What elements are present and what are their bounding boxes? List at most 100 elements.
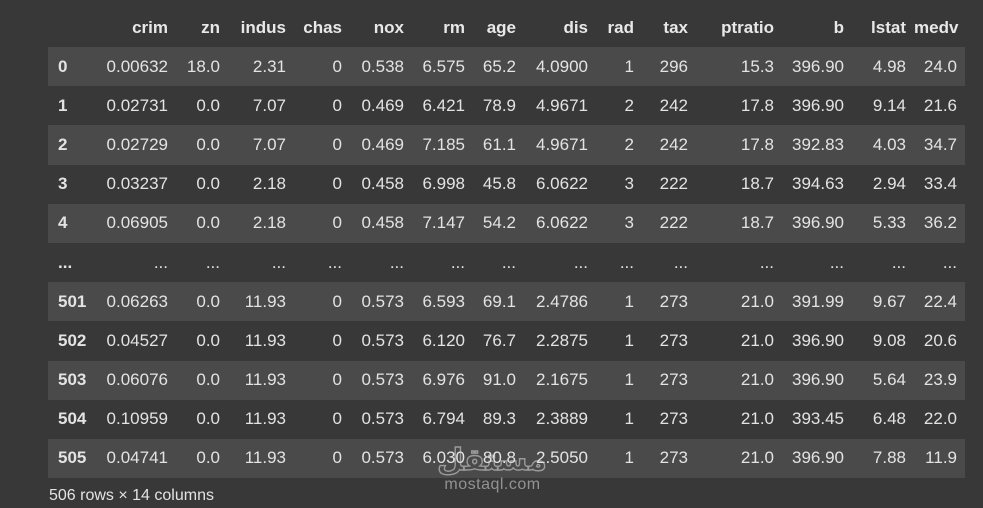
table-cell: 22.0 bbox=[923, 409, 957, 429]
table-cell: 0.0 bbox=[196, 174, 220, 194]
table-cell: 6.421 bbox=[422, 95, 465, 115]
table-cell: 2.1675 bbox=[536, 370, 588, 390]
table-cell: 0.04527 bbox=[106, 330, 168, 350]
table-cell: 6.575 bbox=[422, 56, 465, 76]
table-cell: 20.6 bbox=[923, 330, 957, 350]
table-cell: 18.7 bbox=[740, 213, 774, 233]
table-cell: 24.0 bbox=[923, 56, 957, 76]
table-cell: 273 bbox=[659, 330, 688, 350]
column-header: zn bbox=[201, 18, 220, 37]
table-cell: 6.998 bbox=[422, 174, 465, 194]
table-cell: 21.0 bbox=[740, 448, 774, 468]
table-body: 0 0.00632 18.0 2.31 0 0.538 6.575 65.2 4.0900 1 29… bbox=[48, 47, 965, 479]
table-cell: 3 bbox=[624, 213, 634, 233]
table-cell: 0.0 bbox=[196, 448, 220, 468]
table-cell: 11.93 bbox=[244, 330, 286, 350]
watermark-latin-text: mostaql.com bbox=[444, 476, 541, 493]
table-cell: 34.7 bbox=[923, 134, 957, 154]
table-cell: 0.06905 bbox=[106, 213, 168, 233]
table-cell: 78.9 bbox=[482, 95, 516, 115]
table-cell: 7.88 bbox=[872, 448, 906, 468]
table-cell: 273 bbox=[659, 409, 688, 429]
table-cell: 76.7 bbox=[482, 330, 516, 350]
row-index: 0 bbox=[58, 56, 68, 76]
row-index: 505 bbox=[58, 448, 87, 468]
table-cell: 9.67 bbox=[872, 291, 906, 311]
table-cell: 17.8 bbox=[740, 134, 774, 154]
table-cell: 18.0 bbox=[186, 56, 220, 76]
table-row: 504 0.10959 0.0 11.93 0 0.573 6.794 89.3 2.3889 1… bbox=[48, 399, 965, 439]
table-cell: 3 bbox=[624, 174, 634, 194]
table-cell: ... bbox=[205, 252, 220, 272]
table-cell: 0 bbox=[332, 330, 342, 350]
table-cell: 0.538 bbox=[361, 56, 404, 76]
table-cell: 1 bbox=[624, 448, 634, 468]
table-cell: 9.14 bbox=[872, 95, 906, 115]
table-cell: 222 bbox=[659, 213, 688, 233]
table-cell: 396.90 bbox=[792, 95, 844, 115]
table-cell: 2.4786 bbox=[536, 291, 588, 311]
table-cell: 15.3 bbox=[740, 56, 774, 76]
table-cell: ... bbox=[673, 252, 688, 272]
table-cell: 0 bbox=[332, 370, 342, 390]
column-header: rad bbox=[607, 18, 634, 37]
table-row: 4 0.06905 0.0 2.18 0 0.458 7.147 54.2 6.0622 3 222… bbox=[48, 203, 965, 243]
table-cell: 21.0 bbox=[740, 330, 774, 350]
row-index: 503 bbox=[58, 370, 87, 390]
table-cell: 1 bbox=[624, 330, 634, 350]
dataframe-shape-summary: 506 rows × 14 columns bbox=[49, 487, 214, 504]
table-cell: 6.120 bbox=[422, 330, 465, 350]
column-header: rm bbox=[443, 18, 465, 37]
table-cell: 22.4 bbox=[923, 291, 957, 311]
table-cell: 0.469 bbox=[361, 134, 404, 154]
table-cell: 0.0 bbox=[196, 213, 220, 233]
table-cell: 242 bbox=[659, 95, 688, 115]
table-cell: 21.0 bbox=[740, 409, 774, 429]
table-cell: 21.0 bbox=[740, 291, 774, 311]
table-header: crim zn indus chas nox rm age dis rad tax ptratio b… bbox=[48, 9, 965, 47]
table-row: 502 0.04527 0.0 11.93 0 0.573 6.120 76.7 2.2875 1… bbox=[48, 321, 965, 361]
table-cell: 1 bbox=[624, 56, 634, 76]
table-cell: 396.90 bbox=[792, 56, 844, 76]
table-cell: 273 bbox=[659, 370, 688, 390]
table-cell: 0.06076 bbox=[106, 370, 168, 390]
row-index: ... bbox=[58, 252, 73, 272]
table-cell: 396.90 bbox=[792, 213, 844, 233]
table-row: 3 0.03237 0.0 2.18 0 0.458 6.998 45.8 6.0622 3 222… bbox=[48, 164, 965, 204]
table-cell: 393.45 bbox=[792, 409, 844, 429]
column-header: medv bbox=[914, 18, 959, 37]
table-cell: 0.00632 bbox=[106, 56, 168, 76]
table-cell: ... bbox=[942, 252, 957, 272]
table-cell: 11.93 bbox=[244, 448, 286, 468]
table-cell: 222 bbox=[659, 174, 688, 194]
table-cell: ... bbox=[759, 252, 774, 272]
table-cell: ... bbox=[389, 252, 404, 272]
table-cell: ... bbox=[153, 252, 168, 272]
table-cell: 21.0 bbox=[740, 370, 774, 390]
table-cell: 273 bbox=[659, 448, 688, 468]
table-cell: 0.06263 bbox=[106, 291, 168, 311]
table-cell: 0.0 bbox=[196, 409, 220, 429]
column-header: tax bbox=[663, 18, 688, 37]
table-cell: 1 bbox=[624, 409, 634, 429]
row-index: 504 bbox=[58, 409, 87, 429]
table-cell: 396.90 bbox=[792, 330, 844, 350]
table-row: 501 0.06263 0.0 11.93 0 0.573 6.593 69.1 2.4786 1… bbox=[48, 282, 965, 322]
row-index: 3 bbox=[58, 174, 68, 194]
table-cell: 2.3889 bbox=[536, 409, 588, 429]
table-cell: 0 bbox=[332, 134, 342, 154]
table-cell: 7.147 bbox=[422, 213, 465, 233]
header-row: crim zn indus chas nox rm age dis rad tax ptratio b… bbox=[48, 9, 965, 47]
column-header: lstat bbox=[871, 18, 906, 37]
table-cell: ... bbox=[891, 252, 906, 272]
table-cell: 394.63 bbox=[792, 174, 844, 194]
table-cell: 0 bbox=[332, 56, 342, 76]
column-header: b bbox=[833, 18, 844, 37]
table-cell: 0.573 bbox=[361, 291, 404, 311]
table-cell: 6.0622 bbox=[536, 213, 588, 233]
table-row: 2 0.02729 0.0 7.07 0 0.469 7.185 61.1 4.9671 2 242… bbox=[48, 125, 965, 165]
table-cell: 6.48 bbox=[872, 409, 906, 429]
column-header: nox bbox=[373, 18, 404, 37]
table-cell: 2.18 bbox=[252, 213, 286, 233]
dataframe-output: crim zn indus chas nox rm age dis rad tax ptratio b… bbox=[48, 9, 965, 479]
